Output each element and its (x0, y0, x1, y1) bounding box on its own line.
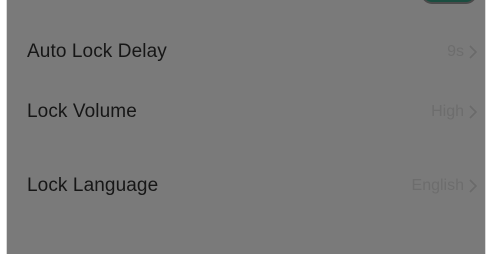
setting-value: English (411, 177, 464, 194)
setting-label: Lock Volume (27, 101, 137, 122)
setting-row-lock-language[interactable]: Lock Language English (27, 171, 477, 201)
setting-value: 9s (447, 43, 464, 60)
chevron-right-icon (469, 179, 477, 193)
chevron-right-icon (469, 105, 477, 119)
setting-label: Lock Language (27, 175, 159, 196)
chevron-right-icon (469, 45, 477, 59)
setting-label: Auto Lock Delay (27, 41, 167, 62)
settings-screen: Auto Lock Delay 9s Lock Volume High Lock… (0, 0, 488, 254)
setting-value: High (431, 103, 464, 120)
setting-row-lock-volume[interactable]: Lock Volume High (27, 97, 477, 127)
setting-row-auto-lock-delay[interactable]: Auto Lock Delay 9s (27, 37, 477, 67)
setting-value-group: English (412, 177, 477, 195)
setting-value-group: 9s (447, 43, 477, 61)
setting-value-group: High (431, 103, 477, 121)
settings-card: Auto Lock Delay 9s Lock Volume High Lock… (6, 0, 486, 254)
feature-toggle[interactable] (421, 0, 477, 4)
